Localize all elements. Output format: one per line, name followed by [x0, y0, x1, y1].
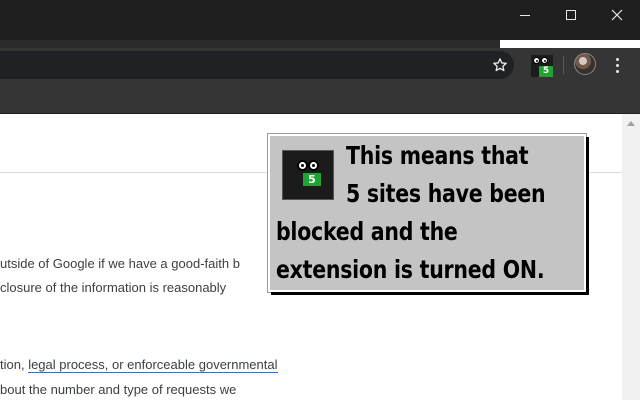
more-vert-icon — [615, 57, 619, 61]
address-bar[interactable] — [0, 51, 514, 79]
chevron-up-icon — [627, 121, 635, 126]
callout-text: extension is turned ON. — [276, 255, 545, 284]
page-text-line: closure of the information is reasonably — [0, 280, 227, 295]
bookmark-star-button[interactable] — [488, 54, 512, 76]
legal-process-link[interactable]: legal process, or enforceable government… — [28, 357, 278, 373]
eye-icon — [297, 160, 308, 171]
ad-blocker-extension-icon: 5 — [282, 150, 334, 200]
ad-blocker-extension-icon: 5 — [531, 55, 553, 77]
callout-text: blocked and the — [276, 217, 458, 246]
star-icon — [493, 58, 507, 72]
scroll-up-button[interactable] — [622, 116, 640, 130]
tab-strip — [0, 40, 500, 48]
blocked-count-badge: 5 — [303, 173, 321, 186]
blocked-count-badge: 5 — [539, 66, 553, 77]
page-text-fragment: tion, — [0, 357, 29, 372]
callout-text: This means that — [346, 141, 529, 170]
eye-icon — [308, 160, 319, 171]
minimize-icon — [520, 14, 530, 16]
close-window-button[interactable] — [594, 0, 640, 30]
extension-button[interactable]: 5 — [528, 52, 556, 80]
eye-icon — [541, 57, 548, 64]
browser-menu-button[interactable] — [607, 54, 627, 76]
page-text-line: utside of Google if we have a good-faith… — [0, 256, 240, 271]
maximize-icon — [566, 10, 576, 20]
close-icon — [611, 9, 623, 21]
callout-text: 5 sites have been — [346, 179, 546, 208]
scrollbar[interactable] — [622, 114, 640, 400]
profile-avatar[interactable] — [574, 53, 596, 75]
bookmark-bar — [0, 82, 640, 114]
toolbar-divider — [563, 56, 564, 74]
page-text-line: bout the number and type of requests we — [0, 382, 237, 397]
callout-box: 5 This means that 5 sites have been bloc… — [268, 134, 586, 292]
eye-icon — [533, 57, 540, 64]
browser-titlebar — [0, 0, 640, 40]
page-text-line: tion, legal process, or enforceable gove… — [0, 357, 278, 373]
maximize-button[interactable] — [548, 0, 594, 30]
minimize-button[interactable] — [502, 0, 548, 30]
